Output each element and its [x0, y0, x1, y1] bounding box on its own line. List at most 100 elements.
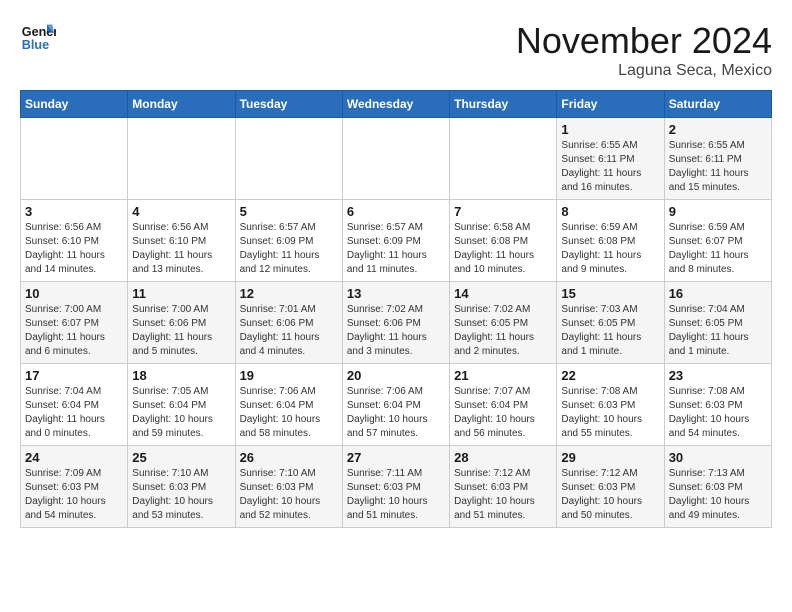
day-info: Sunrise: 7:05 AM Sunset: 6:04 PM Dayligh…	[132, 385, 230, 441]
weekday-header-wednesday: Wednesday	[342, 91, 449, 118]
day-info: Sunrise: 7:06 AM Sunset: 6:04 PM Dayligh…	[240, 385, 338, 441]
day-info: Sunrise: 7:03 AM Sunset: 6:05 PM Dayligh…	[561, 303, 659, 359]
calendar-cell: 17 Sunrise: 7:04 AM Sunset: 6:04 PM Dayli…	[21, 364, 128, 446]
day-number: 12	[240, 286, 338, 301]
calendar-cell: 9 Sunrise: 6:59 AM Sunset: 6:07 PM Daylig…	[664, 200, 771, 282]
day-number: 19	[240, 368, 338, 383]
svg-text:Blue: Blue	[22, 38, 49, 52]
weekday-header-sunday: Sunday	[21, 91, 128, 118]
day-number: 14	[454, 286, 552, 301]
day-info: Sunrise: 7:01 AM Sunset: 6:06 PM Dayligh…	[240, 303, 338, 359]
calendar-cell: 21 Sunrise: 7:07 AM Sunset: 6:04 PM Dayli…	[450, 364, 557, 446]
calendar-cell: 26 Sunrise: 7:10 AM Sunset: 6:03 PM Dayli…	[235, 446, 342, 528]
calendar-cell	[235, 118, 342, 200]
day-number: 25	[132, 450, 230, 465]
calendar-cell	[21, 118, 128, 200]
day-info: Sunrise: 7:07 AM Sunset: 6:04 PM Dayligh…	[454, 385, 552, 441]
weekday-header-tuesday: Tuesday	[235, 91, 342, 118]
day-info: Sunrise: 7:04 AM Sunset: 6:04 PM Dayligh…	[25, 385, 123, 441]
calendar-cell: 8 Sunrise: 6:59 AM Sunset: 6:08 PM Daylig…	[557, 200, 664, 282]
day-info: Sunrise: 6:57 AM Sunset: 6:09 PM Dayligh…	[347, 221, 445, 277]
calendar-week-4: 17 Sunrise: 7:04 AM Sunset: 6:04 PM Dayli…	[21, 364, 772, 446]
day-info: Sunrise: 6:55 AM Sunset: 6:11 PM Dayligh…	[561, 139, 659, 195]
day-number: 22	[561, 368, 659, 383]
calendar-cell: 10 Sunrise: 7:00 AM Sunset: 6:07 PM Dayli…	[21, 282, 128, 364]
day-number: 1	[561, 122, 659, 137]
day-number: 27	[347, 450, 445, 465]
day-info: Sunrise: 7:02 AM Sunset: 6:06 PM Dayligh…	[347, 303, 445, 359]
day-number: 9	[669, 204, 767, 219]
day-info: Sunrise: 7:09 AM Sunset: 6:03 PM Dayligh…	[25, 467, 123, 523]
header: General Blue November 2024 Laguna Seca, …	[20, 20, 772, 80]
day-number: 4	[132, 204, 230, 219]
day-info: Sunrise: 6:59 AM Sunset: 6:08 PM Dayligh…	[561, 221, 659, 277]
day-info: Sunrise: 7:13 AM Sunset: 6:03 PM Dayligh…	[669, 467, 767, 523]
weekday-header-saturday: Saturday	[664, 91, 771, 118]
calendar-cell: 27Sunrise: 7:11 AM Sunset: 6:03 PM Dayli…	[342, 446, 449, 528]
calendar-cell: 6 Sunrise: 6:57 AM Sunset: 6:09 PM Daylig…	[342, 200, 449, 282]
day-number: 24	[25, 450, 123, 465]
day-number: 30	[669, 450, 767, 465]
day-info: Sunrise: 6:57 AM Sunset: 6:09 PM Dayligh…	[240, 221, 338, 277]
day-info: Sunrise: 7:08 AM Sunset: 6:03 PM Dayligh…	[669, 385, 767, 441]
weekday-header-monday: Monday	[128, 91, 235, 118]
weekday-header-thursday: Thursday	[450, 91, 557, 118]
day-number: 2	[669, 122, 767, 137]
day-info: Sunrise: 7:04 AM Sunset: 6:05 PM Dayligh…	[669, 303, 767, 359]
day-number: 18	[132, 368, 230, 383]
calendar-cell: 23Sunrise: 7:08 AM Sunset: 6:03 PM Dayli…	[664, 364, 771, 446]
day-info: Sunrise: 6:58 AM Sunset: 6:08 PM Dayligh…	[454, 221, 552, 277]
day-info: Sunrise: 6:59 AM Sunset: 6:07 PM Dayligh…	[669, 221, 767, 277]
logo-icon: General Blue	[20, 20, 56, 56]
day-number: 21	[454, 368, 552, 383]
calendar-table: SundayMondayTuesdayWednesdayThursdayFrid…	[20, 90, 772, 528]
day-number: 6	[347, 204, 445, 219]
day-info: Sunrise: 6:55 AM Sunset: 6:11 PM Dayligh…	[669, 139, 767, 195]
calendar-cell: 25 Sunrise: 7:10 AM Sunset: 6:03 PM Dayli…	[128, 446, 235, 528]
day-info: Sunrise: 7:10 AM Sunset: 6:03 PM Dayligh…	[132, 467, 230, 523]
calendar-cell: 4Sunrise: 6:56 AM Sunset: 6:10 PM Daylig…	[128, 200, 235, 282]
calendar-week-2: 3Sunrise: 6:56 AM Sunset: 6:10 PM Daylig…	[21, 200, 772, 282]
calendar-cell: 22 Sunrise: 7:08 AM Sunset: 6:03 PM Dayli…	[557, 364, 664, 446]
day-info: Sunrise: 7:08 AM Sunset: 6:03 PM Dayligh…	[561, 385, 659, 441]
calendar-cell: 12 Sunrise: 7:01 AM Sunset: 6:06 PM Dayli…	[235, 282, 342, 364]
day-number: 17	[25, 368, 123, 383]
day-number: 20	[347, 368, 445, 383]
day-number: 7	[454, 204, 552, 219]
day-number: 28	[454, 450, 552, 465]
calendar-cell: 3Sunrise: 6:56 AM Sunset: 6:10 PM Daylig…	[21, 200, 128, 282]
weekday-header-friday: Friday	[557, 91, 664, 118]
calendar-cell: 15 Sunrise: 7:03 AM Sunset: 6:05 PM Dayli…	[557, 282, 664, 364]
day-number: 8	[561, 204, 659, 219]
day-number: 15	[561, 286, 659, 301]
calendar-cell: 29 Sunrise: 7:12 AM Sunset: 6:03 PM Dayli…	[557, 446, 664, 528]
calendar-cell: 20 Sunrise: 7:06 AM Sunset: 6:04 PM Dayli…	[342, 364, 449, 446]
title-area: November 2024 Laguna Seca, Mexico	[516, 20, 772, 80]
calendar-cell: 1 Sunrise: 6:55 AM Sunset: 6:11 PM Daylig…	[557, 118, 664, 200]
day-info: Sunrise: 7:02 AM Sunset: 6:05 PM Dayligh…	[454, 303, 552, 359]
day-number: 16	[669, 286, 767, 301]
calendar-cell: 19 Sunrise: 7:06 AM Sunset: 6:04 PM Dayli…	[235, 364, 342, 446]
calendar-cell: 13 Sunrise: 7:02 AM Sunset: 6:06 PM Dayli…	[342, 282, 449, 364]
calendar-week-1: 1 Sunrise: 6:55 AM Sunset: 6:11 PM Daylig…	[21, 118, 772, 200]
day-info: Sunrise: 7:10 AM Sunset: 6:03 PM Dayligh…	[240, 467, 338, 523]
day-info: Sunrise: 7:00 AM Sunset: 6:06 PM Dayligh…	[132, 303, 230, 359]
calendar-cell: 5Sunrise: 6:57 AM Sunset: 6:09 PM Daylig…	[235, 200, 342, 282]
day-number: 3	[25, 204, 123, 219]
calendar-cell: 24 Sunrise: 7:09 AM Sunset: 6:03 PM Dayli…	[21, 446, 128, 528]
day-info: Sunrise: 7:06 AM Sunset: 6:04 PM Dayligh…	[347, 385, 445, 441]
day-number: 26	[240, 450, 338, 465]
month-title: November 2024	[516, 20, 772, 62]
calendar-cell: 2 Sunrise: 6:55 AM Sunset: 6:11 PM Daylig…	[664, 118, 771, 200]
day-number: 13	[347, 286, 445, 301]
day-number: 10	[25, 286, 123, 301]
calendar-cell: 11Sunrise: 7:00 AM Sunset: 6:06 PM Dayli…	[128, 282, 235, 364]
logo: General Blue	[20, 20, 56, 56]
calendar-cell: 30 Sunrise: 7:13 AM Sunset: 6:03 PM Dayli…	[664, 446, 771, 528]
day-info: Sunrise: 7:12 AM Sunset: 6:03 PM Dayligh…	[561, 467, 659, 523]
calendar-cell	[342, 118, 449, 200]
day-info: Sunrise: 7:00 AM Sunset: 6:07 PM Dayligh…	[25, 303, 123, 359]
calendar-cell: 14 Sunrise: 7:02 AM Sunset: 6:05 PM Dayli…	[450, 282, 557, 364]
calendar-cell: 7 Sunrise: 6:58 AM Sunset: 6:08 PM Daylig…	[450, 200, 557, 282]
day-number: 29	[561, 450, 659, 465]
